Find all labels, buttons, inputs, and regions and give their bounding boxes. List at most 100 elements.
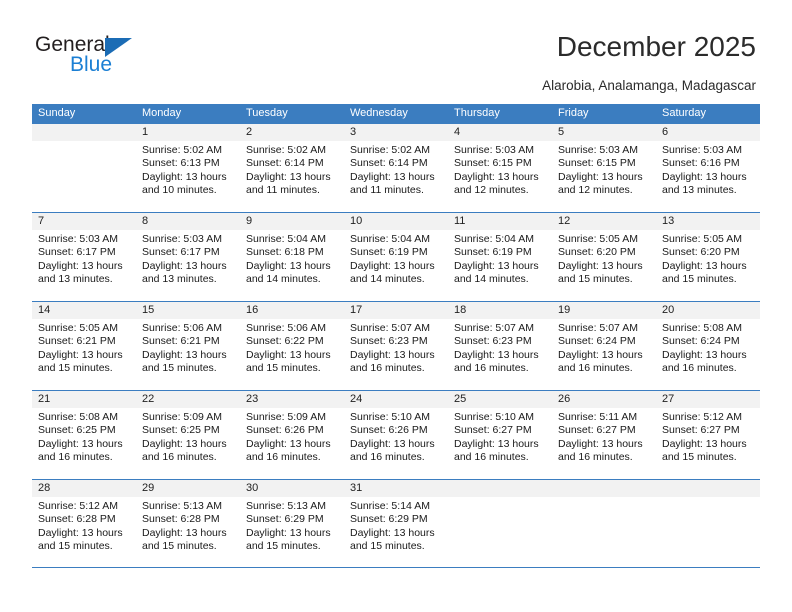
- calendar-day-cell[interactable]: 30 Sunrise: 5:13 AM Sunset: 6:29 PM Dayl…: [240, 480, 344, 567]
- daylight-text-line2: and 15 minutes.: [246, 540, 321, 553]
- daylight-text-line2: and 13 minutes.: [662, 184, 737, 197]
- calendar-day-cell[interactable]: 15 Sunrise: 5:06 AM Sunset: 6:21 PM Dayl…: [136, 302, 240, 390]
- calendar-day-cell[interactable]: 24 Sunrise: 5:10 AM Sunset: 6:26 PM Dayl…: [344, 391, 448, 479]
- calendar-day-cell[interactable]: 2 Sunrise: 5:02 AM Sunset: 6:14 PM Dayli…: [240, 124, 344, 212]
- sunset-text: Sunset: 6:20 PM: [662, 246, 740, 259]
- sunrise-text: Sunrise: 5:03 AM: [558, 144, 638, 156]
- daylight-text-line1: Daylight: 13 hours: [38, 348, 123, 361]
- day-number: [656, 480, 760, 497]
- calendar-day-cell[interactable]: 1 Sunrise: 5:02 AM Sunset: 6:13 PM Dayli…: [136, 124, 240, 212]
- day-number: 2: [240, 124, 344, 141]
- calendar-day-cell[interactable]: 16 Sunrise: 5:06 AM Sunset: 6:22 PM Dayl…: [240, 302, 344, 390]
- sunrise-text: Sunrise: 5:11 AM: [558, 411, 638, 423]
- day-number: 19: [552, 302, 656, 319]
- calendar-day-cell[interactable]: [32, 124, 136, 212]
- calendar-day-cell[interactable]: 27 Sunrise: 5:12 AM Sunset: 6:27 PM Dayl…: [656, 391, 760, 479]
- daylight-text-line1: Daylight: 13 hours: [350, 526, 435, 539]
- sunrise-text: Sunrise: 5:10 AM: [350, 411, 430, 423]
- daylight-text-line1: Daylight: 13 hours: [38, 526, 123, 539]
- daylight-text-line1: Daylight: 13 hours: [454, 348, 539, 361]
- day-number: 21: [32, 391, 136, 408]
- daylight-text-line2: and 16 minutes.: [350, 362, 425, 375]
- daylight-text-line2: and 16 minutes.: [454, 362, 529, 375]
- sunset-text: Sunset: 6:25 PM: [142, 424, 220, 437]
- calendar-day-cell[interactable]: 26 Sunrise: 5:11 AM Sunset: 6:27 PM Dayl…: [552, 391, 656, 479]
- calendar-day-cell[interactable]: 29 Sunrise: 5:13 AM Sunset: 6:28 PM Dayl…: [136, 480, 240, 567]
- weekday-header-sunday: Sunday: [38, 107, 76, 119]
- calendar-day-cell[interactable]: 20 Sunrise: 5:08 AM Sunset: 6:24 PM Dayl…: [656, 302, 760, 390]
- sunrise-text: Sunrise: 5:04 AM: [454, 233, 534, 245]
- calendar-day-cell[interactable]: 19 Sunrise: 5:07 AM Sunset: 6:24 PM Dayl…: [552, 302, 656, 390]
- day-details: [552, 497, 656, 500]
- day-details: Sunrise: 5:09 AM Sunset: 6:26 PM Dayligh…: [240, 408, 344, 465]
- day-details: [32, 141, 136, 144]
- day-details: Sunrise: 5:13 AM Sunset: 6:29 PM Dayligh…: [240, 497, 344, 554]
- daylight-text-line2: and 11 minutes.: [246, 184, 320, 197]
- day-details: Sunrise: 5:06 AM Sunset: 6:21 PM Dayligh…: [136, 319, 240, 376]
- daylight-text-line2: and 16 minutes.: [38, 451, 113, 464]
- daylight-text-line2: and 16 minutes.: [246, 451, 321, 464]
- sunrise-text: Sunrise: 5:02 AM: [350, 144, 430, 156]
- calendar-day-cell[interactable]: 18 Sunrise: 5:07 AM Sunset: 6:23 PM Dayl…: [448, 302, 552, 390]
- calendar-day-cell[interactable]: 3 Sunrise: 5:02 AM Sunset: 6:14 PM Dayli…: [344, 124, 448, 212]
- day-details: Sunrise: 5:06 AM Sunset: 6:22 PM Dayligh…: [240, 319, 344, 376]
- calendar-day-cell[interactable]: 10 Sunrise: 5:04 AM Sunset: 6:19 PM Dayl…: [344, 213, 448, 301]
- calendar-day-cell[interactable]: 8 Sunrise: 5:03 AM Sunset: 6:17 PM Dayli…: [136, 213, 240, 301]
- calendar-day-cell[interactable]: 5 Sunrise: 5:03 AM Sunset: 6:15 PM Dayli…: [552, 124, 656, 212]
- day-number: [32, 124, 136, 141]
- calendar-day-cell[interactable]: 6 Sunrise: 5:03 AM Sunset: 6:16 PM Dayli…: [656, 124, 760, 212]
- sunrise-text: Sunrise: 5:07 AM: [350, 322, 430, 334]
- sunrise-text: Sunrise: 5:13 AM: [142, 500, 222, 512]
- day-number: 16: [240, 302, 344, 319]
- daylight-text-line2: and 15 minutes.: [142, 540, 217, 553]
- calendar-day-cell[interactable]: 7 Sunrise: 5:03 AM Sunset: 6:17 PM Dayli…: [32, 213, 136, 301]
- weekday-header-thursday: Thursday: [454, 107, 500, 119]
- daylight-text-line1: Daylight: 13 hours: [558, 348, 643, 361]
- day-number: 7: [32, 213, 136, 230]
- weekday-header-wednesday: Wednesday: [350, 107, 408, 119]
- day-number: 22: [136, 391, 240, 408]
- calendar-day-cell[interactable]: 11 Sunrise: 5:04 AM Sunset: 6:19 PM Dayl…: [448, 213, 552, 301]
- weekday-header-monday: Monday: [142, 107, 182, 119]
- calendar-day-cell[interactable]: 23 Sunrise: 5:09 AM Sunset: 6:26 PM Dayl…: [240, 391, 344, 479]
- sunset-text: Sunset: 6:22 PM: [246, 335, 324, 348]
- calendar-day-cell[interactable]: [448, 480, 552, 567]
- calendar-day-cell[interactable]: 13 Sunrise: 5:05 AM Sunset: 6:20 PM Dayl…: [656, 213, 760, 301]
- sunset-text: Sunset: 6:27 PM: [454, 424, 532, 437]
- sunset-text: Sunset: 6:14 PM: [246, 157, 324, 170]
- calendar-day-cell[interactable]: 25 Sunrise: 5:10 AM Sunset: 6:27 PM Dayl…: [448, 391, 552, 479]
- logo-text-blue: Blue: [70, 53, 113, 76]
- day-details: Sunrise: 5:10 AM Sunset: 6:26 PM Dayligh…: [344, 408, 448, 465]
- sunrise-text: Sunrise: 5:03 AM: [38, 233, 118, 245]
- daylight-text-line2: and 16 minutes.: [454, 451, 529, 464]
- calendar-day-cell[interactable]: 14 Sunrise: 5:05 AM Sunset: 6:21 PM Dayl…: [32, 302, 136, 390]
- daylight-text-line1: Daylight: 13 hours: [350, 437, 435, 450]
- calendar-day-cell[interactable]: 9 Sunrise: 5:04 AM Sunset: 6:18 PM Dayli…: [240, 213, 344, 301]
- sunrise-text: Sunrise: 5:06 AM: [142, 322, 222, 334]
- calendar-day-cell[interactable]: [552, 480, 656, 567]
- calendar-day-cell[interactable]: 4 Sunrise: 5:03 AM Sunset: 6:15 PM Dayli…: [448, 124, 552, 212]
- calendar-day-cell[interactable]: 31 Sunrise: 5:14 AM Sunset: 6:29 PM Dayl…: [344, 480, 448, 567]
- day-number: 13: [656, 213, 760, 230]
- calendar-day-cell[interactable]: 22 Sunrise: 5:09 AM Sunset: 6:25 PM Dayl…: [136, 391, 240, 479]
- day-details: Sunrise: 5:07 AM Sunset: 6:24 PM Dayligh…: [552, 319, 656, 376]
- sunset-text: Sunset: 6:28 PM: [142, 513, 220, 526]
- day-details: [656, 497, 760, 500]
- sunrise-text: Sunrise: 5:05 AM: [38, 322, 118, 334]
- daylight-text-line1: Daylight: 13 hours: [350, 259, 435, 272]
- calendar-week-row: 1 Sunrise: 5:02 AM Sunset: 6:13 PM Dayli…: [32, 123, 760, 212]
- general-blue-logo[interactable]: General Blue: [35, 34, 185, 80]
- day-details: Sunrise: 5:07 AM Sunset: 6:23 PM Dayligh…: [344, 319, 448, 376]
- calendar-day-cell[interactable]: 21 Sunrise: 5:08 AM Sunset: 6:25 PM Dayl…: [32, 391, 136, 479]
- calendar-day-cell[interactable]: 28 Sunrise: 5:12 AM Sunset: 6:28 PM Dayl…: [32, 480, 136, 567]
- calendar-day-cell[interactable]: [656, 480, 760, 567]
- day-number: 25: [448, 391, 552, 408]
- day-details: [448, 497, 552, 500]
- calendar-week-row: 14 Sunrise: 5:05 AM Sunset: 6:21 PM Dayl…: [32, 301, 760, 390]
- sunrise-text: Sunrise: 5:08 AM: [662, 322, 742, 334]
- calendar-day-cell[interactable]: 12 Sunrise: 5:05 AM Sunset: 6:20 PM Dayl…: [552, 213, 656, 301]
- daylight-text-line2: and 14 minutes.: [454, 273, 529, 286]
- daylight-text-line2: and 12 minutes.: [454, 184, 529, 197]
- sunrise-text: Sunrise: 5:07 AM: [558, 322, 638, 334]
- calendar-day-cell[interactable]: 17 Sunrise: 5:07 AM Sunset: 6:23 PM Dayl…: [344, 302, 448, 390]
